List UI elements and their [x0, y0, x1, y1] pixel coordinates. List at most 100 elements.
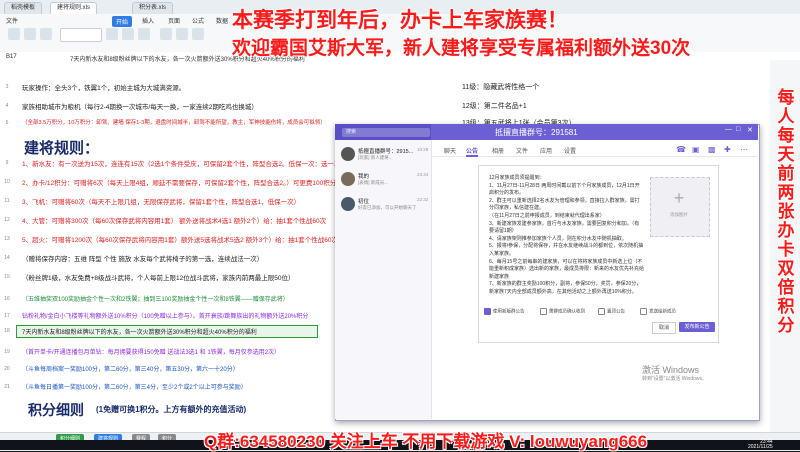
score-title: 积分细则 [28, 402, 84, 418]
option-confirm-receipt[interactable]: 需群成员确认收到 [540, 308, 585, 315]
announcement-line: 7、新家族的群主奖励100积分，副将，参保50分，奖罚，参保20分，新家族7天内… [489, 281, 642, 295]
sheet-row[interactable]: 家族相助城市为粮机（每行2-4期换一次城市/每天一换，一家连续2期吃鸡也换城） [22, 101, 258, 111]
contact-time: 10:29 [417, 147, 429, 152]
row-number: 9 [5, 160, 9, 166]
tab-rules-file[interactable]: 建将规则.xls [50, 2, 98, 14]
screen-share-icon[interactable]: ▩ [708, 145, 716, 154]
tab-announcement[interactable]: 公告 [466, 146, 479, 157]
contact-time: 22:32 [417, 197, 429, 202]
bold-icon[interactable] [106, 28, 118, 40]
sheet-row[interactable]: （首开单卡/开通连播包月单钻：每月拥要获得150免赠 送战法3选1 和 1铁翼，… [22, 347, 280, 356]
checkbox-icon[interactable] [484, 308, 491, 315]
overlay-side-text: 每人每天前两张办卡双倍积分 [777, 88, 795, 335]
row-number: 17 [4, 313, 10, 319]
contact-preview: [表情] 新成员... [358, 180, 389, 185]
row-number: 3 [5, 84, 9, 90]
minimize-icon[interactable]: — [725, 126, 732, 133]
clock-date: 2021/11/25 [748, 444, 773, 450]
more-icon[interactable]: ⋯ [740, 145, 748, 154]
menu-file[interactable]: 文件 [6, 16, 18, 25]
cut-icon[interactable] [24, 28, 36, 40]
row-number: 15 [4, 274, 10, 280]
tab-files[interactable]: 文件 [516, 146, 528, 155]
contact-item[interactable]: 抵擅直播群号：2915... [玩家] 新人建将... 10:29 [341, 145, 429, 167]
announcement-line: 2、群主可以重新选择2名水友为管理和参领，直接拉入群家族，需打分同家族，私信建在… [489, 197, 640, 212]
publish-button[interactable]: 发布新公告 [679, 322, 715, 332]
sheet-row[interactable]: （斗鱼每日播第一奖励100分，第二60分，第三4分，至少2个或2个以上可参与奖励… [22, 382, 247, 391]
sheet-row[interactable]: 2、办卡/12积分：可赠将6次（每天上限4组，顺延不需要保存，可保留2套个性，阵… [22, 177, 336, 187]
align-left-icon[interactable] [160, 28, 172, 40]
row-number: 19 [4, 349, 10, 355]
overlay-headline-1: 本赛季打到年后，办卡上车家族赛！ [232, 9, 568, 32]
sheet-row-right[interactable]: 11级：隐藏武将性格一个 [462, 82, 539, 92]
sheet-row[interactable]: 3、飞机：可赠将60次（每天不上限几组，无限保存武将，保留1套个性，阵型合选1，… [22, 196, 300, 206]
sheet-row[interactable]: 7天内新水友和8级粉丝牌以下的水友，各一次火箭额外送30%积分和超火40%积分的… [22, 327, 257, 336]
contact-preview: 好友已添加，可以开始聊天了 [358, 205, 417, 210]
cancel-button[interactable]: 取消 [652, 322, 676, 334]
group-title: 抵擅直播群号：291581 [495, 128, 578, 137]
tab-daoke[interactable]: 稻壳模板 [4, 2, 43, 14]
sheet-row[interactable]: （斗鱼每周档案一奖励100分，第二60分，第三40分，第五30分，第六一十20分… [22, 364, 239, 373]
row-number: 13 [4, 236, 10, 242]
announcement-line: 6、每月15号之前每串的建家族，可以在将将家族成员中新选上位（不能重新积成家族）… [489, 258, 645, 280]
taskbar-clock[interactable]: 23:44 2021/11/25 [748, 440, 773, 450]
sheet-row[interactable]: 1、新水友：有一次送为15次，连连有15次（2选1个条件受庆，可保留2套个性，阵… [22, 158, 347, 168]
menu-formula[interactable]: 公式 [192, 16, 204, 25]
announcement-line: 12月家族成员须提醒到： [489, 175, 545, 181]
chat-search-input[interactable]: 搜索 [342, 128, 430, 137]
contact-item[interactable]: 我的 [表情] 新成员... 23:44 [341, 170, 429, 192]
option-pin[interactable]: 置顶公告 [598, 308, 625, 315]
avatar [341, 147, 355, 161]
announcement-line: 3、新建家族发建参家族，首行与水友家族，需要回复积分和加。（有要请留1期） [489, 220, 640, 235]
overlay-bottom-text: Q群:634580230 关注上车 不用下载游戏 V: louwuyang666 [204, 432, 648, 451]
tab-apps[interactable]: 应用 [540, 146, 552, 155]
announcement-line: 1、11月27日-11月28日 两周时间截以前下个月家族成员，12月1日开启积分… [489, 182, 640, 197]
close-icon[interactable]: ✕ [747, 126, 753, 134]
row-number: 5 [5, 120, 9, 126]
sheet-row-right[interactable]: 12级：第二件名品+1 [462, 101, 527, 111]
sheet-row[interactable]: （赠将保存内容：五维 阵型 个性 施放 水友每个武将椅子的第一选，连续战法一次） [22, 253, 263, 263]
row-number: 11 [4, 198, 10, 204]
rules-title: 建将规则： [24, 140, 100, 157]
sheet-row[interactable]: （粉丝牌1级，水友免费+8级战斗武将，个人每前上限12位战斗武将，家族内前两最上… [22, 272, 295, 282]
contact-item[interactable]: 初位 好友已添加，可以开始聊天了 22:32 [341, 195, 429, 217]
add-member-icon[interactable]: ✚ [724, 145, 731, 154]
tab-chat[interactable]: 聊天 [444, 146, 456, 155]
menu-start[interactable]: 开始 [112, 16, 133, 27]
menu-data[interactable]: 数据 [216, 16, 228, 25]
sheet-row[interactable]: 钻粉礼物/金白小飞楼等礼物额外送10%积分（100免赠以上参与）。首开衰族/跳舞… [22, 311, 308, 320]
sheet-row[interactable]: 玩家操作：全头3个，铁翼1个，初始主城为大城满资源。 [22, 82, 185, 92]
checkbox-icon[interactable] [540, 308, 547, 315]
sheet-row[interactable]: 4、大管：可赠将300次（每60次保存武将内容用1套） 额外送将战术4选1 额外… [22, 215, 326, 225]
sheet-row[interactable]: （五维抽奖双100奖励抽金个性一次和2铁翼；抽到三100奖励抽金个性一次和8铁翼… [22, 294, 289, 303]
align-center-icon[interactable] [176, 28, 188, 40]
tab-score-file[interactable]: 积分表.xls [132, 2, 174, 14]
menu-insert[interactable]: 插入 [142, 16, 154, 25]
merge-icon[interactable] [192, 28, 204, 40]
font-select[interactable] [60, 28, 102, 42]
announcement-text[interactable]: 12月家族成员须提醒到： 1、11月27日-11月28日 两周时间截以前下个月家… [489, 175, 644, 297]
row-number: 10 [4, 179, 10, 185]
option-label: 使用新版群公告 [493, 308, 525, 314]
copy-icon[interactable] [40, 28, 52, 40]
announcement-line: （在11月27日之前申报成员，到结束就代理出系家） [489, 212, 605, 219]
cell-reference[interactable]: B17 [6, 54, 17, 60]
add-image-label: 添加图片 [670, 212, 688, 217]
video-icon[interactable]: ▣ [692, 145, 700, 154]
option-send-new-member[interactable]: 发送给新成员 [640, 308, 676, 315]
phone-icon[interactable]: ☎ [676, 145, 686, 154]
maximize-icon[interactable]: □ [736, 126, 740, 133]
sheet-row[interactable]: （全部3.5万积分，10万积分：卸驾、建墙 保存1-3期，退盘时间城半，卸驾不能… [22, 118, 326, 126]
activate-windows-sub: 转到“设置”以激活 Windows。 [642, 376, 708, 382]
checkbox-icon[interactable] [640, 308, 647, 315]
checkbox-icon[interactable] [598, 308, 605, 315]
tab-settings[interactable]: 设置 [564, 146, 576, 155]
menu-page[interactable]: 页面 [168, 16, 180, 25]
option-new-announcement[interactable]: 使用新版群公告 [484, 308, 525, 315]
paste-icon[interactable] [8, 28, 20, 40]
italic-icon[interactable] [122, 28, 134, 40]
underline-icon[interactable] [138, 28, 150, 40]
row-number: 4 [5, 103, 9, 109]
sheet-row[interactable]: 5、超火：可赠将1200次（每60次保存武将内容用1套）额外送5选将战术5选2 … [22, 234, 338, 244]
tab-album[interactable]: 相册 [492, 146, 504, 155]
